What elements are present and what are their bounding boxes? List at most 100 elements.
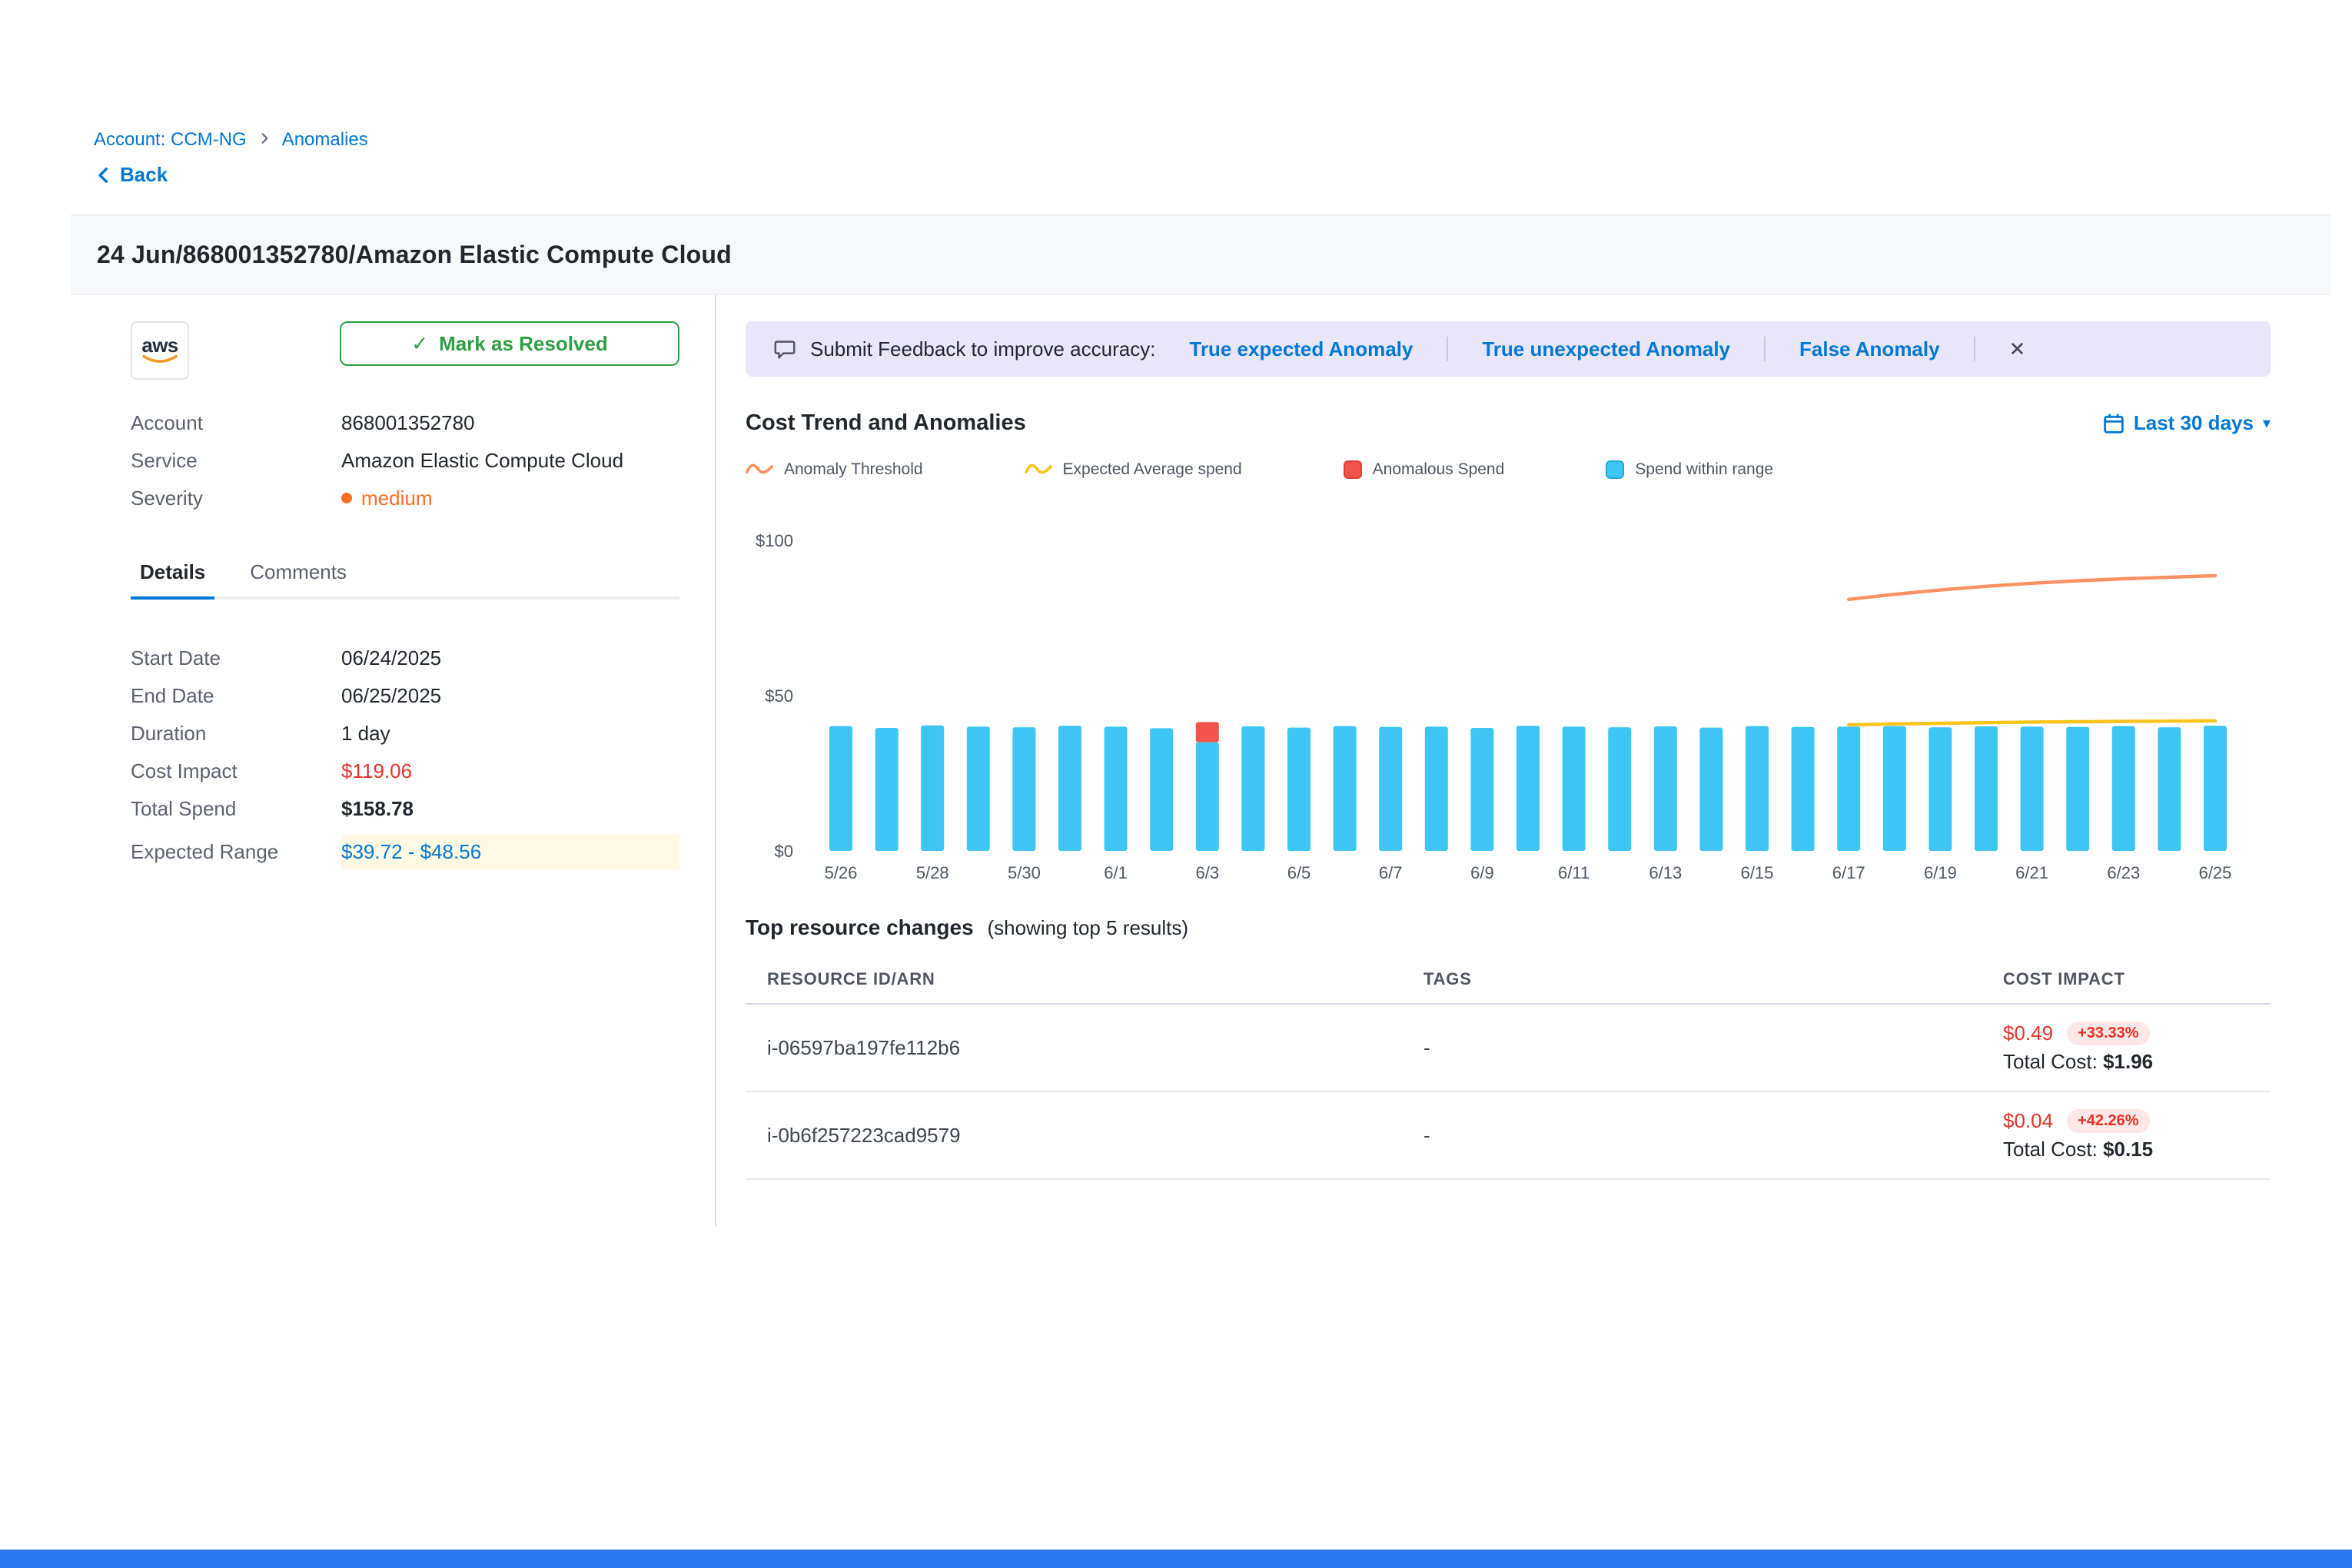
legend-anomaly-threshold: Anomaly Threshold: [746, 460, 923, 479]
total-cost-label: Total Cost:: [2003, 1138, 2098, 1161]
account-value: 868001352780: [341, 411, 679, 435]
cost-trend-chart: $0$50$1005/265/285/306/16/36/56/76/96/11…: [746, 528, 2271, 900]
chart-legend: Anomaly Threshold Expected Average spend…: [746, 460, 2271, 479]
resources-subtitle: (showing top 5 results): [987, 916, 1188, 939]
feedback-prompt: Submit Feedback to improve accuracy:: [810, 337, 1155, 361]
resource-tags: -: [1423, 1036, 2003, 1060]
resource-id: i-0b6f257223cad9579: [767, 1124, 1423, 1148]
svg-text:$0: $0: [775, 842, 793, 861]
col-resource-id: RESOURCE ID/ARN: [767, 969, 1423, 989]
tab-comments[interactable]: Comments: [241, 548, 356, 596]
resource-tags: -: [1423, 1124, 2003, 1148]
duration-value: 1 day: [341, 722, 679, 746]
feedback-true-expected[interactable]: True expected Anomaly: [1189, 337, 1413, 361]
svg-text:6/15: 6/15: [1741, 863, 1774, 882]
feedback-false-anomaly[interactable]: False Anomaly: [1799, 337, 1940, 361]
svg-text:5/30: 5/30: [1008, 863, 1041, 882]
cost-impact-cell: $0.49 +33.33% Total Cost: $1.96: [2003, 1022, 2271, 1074]
feedback-true-unexpected[interactable]: True unexpected Anomaly: [1482, 337, 1730, 361]
start-date-value: 06/24/2025: [341, 646, 679, 670]
svg-text:6/13: 6/13: [1649, 863, 1682, 882]
duration-label: Duration: [131, 722, 341, 746]
start-date-row: Start Date 06/24/2025: [131, 639, 679, 677]
svg-text:6/11: 6/11: [1558, 863, 1590, 882]
mark-resolved-button[interactable]: ✓ Mark as Resolved: [340, 321, 679, 366]
check-icon: ✓: [411, 332, 428, 356]
legend-label: Anomaly Threshold: [784, 460, 923, 479]
svg-text:5/26: 5/26: [825, 863, 858, 882]
table-row: i-0b6f257223cad9579 - $0.04 +42.26% Tota…: [746, 1092, 2271, 1180]
service-label: Service: [131, 449, 341, 473]
anomaly-detail-panel: Submit Feedback to improve accuracy: Tru…: [716, 295, 2330, 1226]
back-label: Back: [120, 163, 168, 187]
total-cost-label: Total Cost:: [2003, 1050, 2098, 1073]
banner-divider: [1447, 337, 1448, 361]
cost-impact-cell: $0.04 +42.26% Total Cost: $0.15: [2003, 1109, 2271, 1161]
change-percent-badge: +42.26%: [2067, 1109, 2150, 1133]
close-icon[interactable]: ✕: [2006, 336, 2029, 362]
svg-text:6/17: 6/17: [1832, 863, 1865, 882]
calendar-icon: [2103, 413, 2124, 434]
svg-text:$100: $100: [756, 531, 793, 550]
legend-anomalous-spend: Anomalous Spend: [1344, 460, 1505, 479]
detail-tabs: Details Comments: [131, 548, 679, 600]
svg-text:6/7: 6/7: [1379, 863, 1403, 882]
chevron-left-icon: [94, 165, 114, 185]
expected-line-icon: [1025, 462, 1052, 477]
back-button[interactable]: Back: [94, 163, 2330, 187]
tab-details[interactable]: Details: [131, 548, 214, 596]
svg-text:6/25: 6/25: [2199, 863, 2232, 882]
legend-label: Spend within range: [1635, 460, 1773, 479]
breadcrumb-anomalies-link[interactable]: Anomalies: [282, 129, 368, 151]
aws-logo: aws: [131, 321, 189, 380]
breadcrumb-account-link[interactable]: Account: CCM-NG: [94, 129, 247, 151]
end-date-value: 06/25/2025: [341, 684, 679, 708]
page: Account: CCM-NG Anomalies Back 24 Jun/86…: [0, 0, 2352, 1568]
svg-text:6/5: 6/5: [1287, 863, 1311, 882]
summary-fields: Account 868001352780 Service Amazon Elas…: [131, 404, 679, 517]
page-title: 24 Jun/868001352780/Amazon Elastic Compu…: [97, 241, 2330, 269]
resource-id: i-06597ba197fe112b6: [767, 1036, 1423, 1060]
page-title-band: 24 Jun/868001352780/Amazon Elastic Compu…: [71, 214, 2330, 295]
anomaly-summary-panel: aws ✓ Mark as Resolved Account 868001352…: [71, 295, 716, 1226]
svg-text:6/3: 6/3: [1196, 863, 1220, 882]
end-date-row: End Date 06/25/2025: [131, 677, 679, 715]
duration-row: Duration 1 day: [131, 715, 679, 752]
table-header-row: RESOURCE ID/ARN TAGS COST IMPACT: [746, 955, 2271, 1005]
svg-text:6/23: 6/23: [2107, 863, 2140, 882]
svg-text:5/28: 5/28: [916, 863, 949, 882]
legend-expected-average: Expected Average spend: [1025, 460, 1242, 479]
aws-logo-text: aws: [141, 336, 178, 354]
top-bar: Account: CCM-NG Anomalies Back: [71, 0, 2330, 187]
total-cost-value: $1.96: [2103, 1050, 2153, 1073]
account-label: Account: [131, 411, 341, 435]
resources-title: Top resource changes: [746, 915, 974, 939]
end-date-label: End Date: [131, 684, 341, 708]
banner-divider: [1974, 337, 1975, 361]
severity-value: medium: [341, 487, 679, 510]
svg-text:6/1: 6/1: [1104, 863, 1128, 882]
severity-row: Severity medium: [131, 480, 679, 517]
service-value: Amazon Elastic Compute Cloud: [341, 449, 679, 473]
date-range-selector[interactable]: Last 30 days ▾: [2103, 411, 2271, 435]
expected-range-label: Expected Range: [131, 840, 341, 864]
anomalous-spend-swatch: [1344, 460, 1362, 479]
account-row: Account 868001352780: [131, 404, 679, 442]
total-cost-value: $0.15: [2103, 1138, 2153, 1161]
breadcrumb: Account: CCM-NG Anomalies: [94, 129, 2330, 151]
svg-text:6/19: 6/19: [1924, 863, 1957, 882]
chevron-right-icon: [257, 131, 271, 149]
svg-text:6/9: 6/9: [1470, 863, 1494, 882]
chevron-down-icon: ▾: [2263, 414, 2271, 433]
cost-impact-amount: $0.04: [2003, 1109, 2053, 1133]
chart-title: Cost Trend and Anomalies: [746, 410, 1026, 436]
change-percent-badge: +33.33%: [2067, 1022, 2150, 1045]
total-spend-row: Total Spend $158.78: [131, 790, 679, 828]
svg-text:6/21: 6/21: [2015, 863, 2048, 882]
severity-dot-icon: [341, 493, 352, 503]
total-spend-label: Total Spend: [131, 797, 341, 821]
threshold-line-icon: [746, 462, 773, 477]
expected-range-value: $39.72 - $48.56: [341, 835, 679, 869]
aws-smile-icon: [141, 354, 178, 365]
cost-impact-amount: $0.49: [2003, 1022, 2053, 1045]
